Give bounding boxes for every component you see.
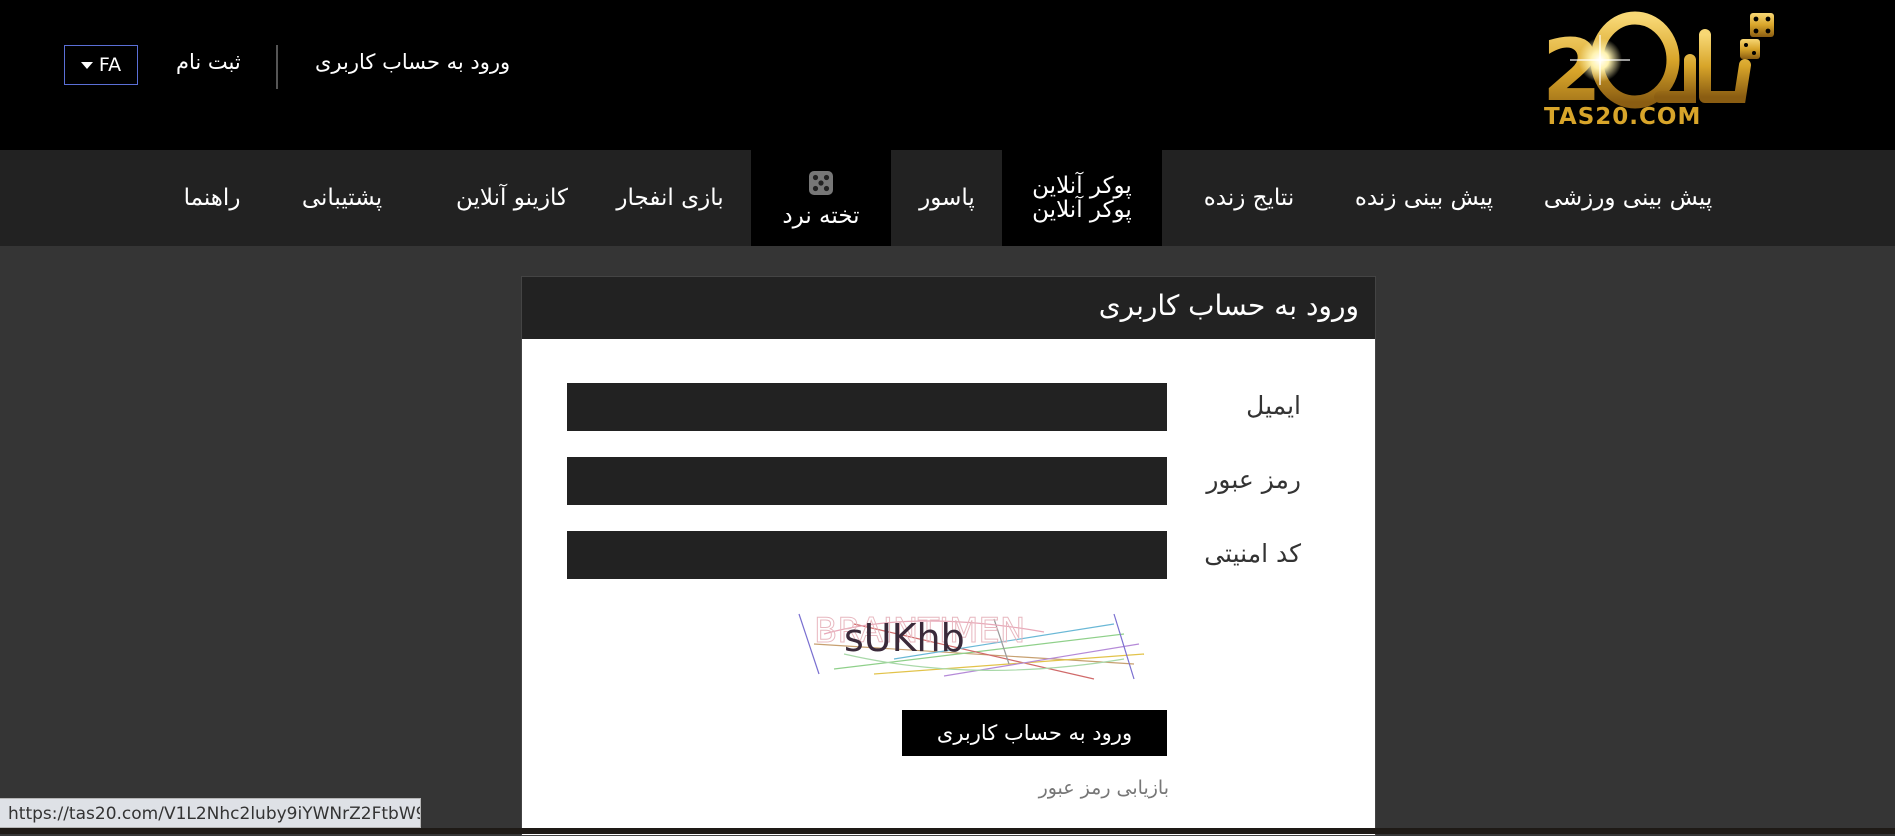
forgot-password-link[interactable]: بازیابی رمز عبور (1039, 777, 1169, 799)
nav-help[interactable]: راهنما (172, 150, 252, 246)
nav-label: پیش بینی ورزشی (1543, 185, 1713, 211)
nav-live-results[interactable]: نتایج زنده (1178, 150, 1320, 246)
security-code-label: کد امنیتی (1204, 539, 1301, 568)
nav-label: پشتیبانی (301, 185, 383, 211)
nav-label: بازی انفجار (616, 185, 724, 211)
status-bar-url: https://tas20.com/V1L2Nhc2luby9iYWNrZ2Ft… (0, 798, 421, 828)
nav-live-betting[interactable]: پیش بینی زنده (1334, 150, 1514, 246)
nav-label: کازینو آنلاین (455, 185, 569, 211)
main-nav: پیش بینی ورزشی پیش بینی زنده نتایج زنده … (0, 150, 1895, 246)
nav-label: تخته نرد (782, 203, 860, 229)
nav-label-secondary: پوکر آنلاین (1032, 197, 1132, 223)
register-link[interactable]: ثبت نام (176, 50, 241, 74)
login-submit-button[interactable]: ورود به حساب کاربری (902, 710, 1167, 756)
nav-crash-game[interactable]: بازی انفجار (604, 150, 736, 246)
nav-support[interactable]: پشتیبانی (290, 150, 394, 246)
security-code-field[interactable] (567, 531, 1167, 579)
login-card-header: ورود به حساب کاربری (522, 277, 1375, 339)
nav-pasur[interactable]: پاسور (906, 150, 988, 246)
password-field[interactable] (567, 457, 1167, 505)
nav-label: پاسور (919, 185, 975, 211)
login-link[interactable]: ورود به حساب کاربری (315, 50, 510, 74)
nav-backgammon[interactable]: تخته نرد (751, 150, 891, 246)
language-selector[interactable]: FA (64, 45, 138, 85)
logo-domain-text: TAS20.COM (1544, 104, 1702, 130)
bottom-strip (0, 828, 1895, 834)
nav-label: نتایج زنده (1203, 185, 1295, 211)
chevron-down-icon (80, 61, 93, 69)
header-divider (276, 45, 278, 89)
nav-label: راهنما (183, 185, 241, 211)
captcha-image: BRAINTIMEN sUKhb (798, 611, 1145, 680)
nav-online-casino[interactable]: کازینو آنلاین (434, 150, 590, 246)
nav-sports-betting[interactable]: پیش بینی ورزشی (1528, 150, 1728, 246)
password-label: رمز عبور (1206, 465, 1301, 494)
email-label: ایمیل (1246, 391, 1301, 420)
login-title: ورود به حساب کاربری (1098, 289, 1359, 322)
language-label: FA (98, 54, 122, 76)
dice-icon (809, 171, 833, 195)
nav-online-poker[interactable]: پوکر آنلاین پوکر آنلاین (1002, 150, 1162, 246)
captcha-text: sUKhb (844, 616, 965, 660)
email-field[interactable] (567, 383, 1167, 431)
login-card: ورود به حساب کاربری ایمیل رمز عبور کد ام… (521, 276, 1376, 836)
top-header: FA ثبت نام ورود به حساب کاربری 2 TAS20.C… (0, 0, 1895, 150)
nav-label: پیش بینی زنده (1354, 185, 1494, 211)
nav-label: پوکر آنلاین (1032, 173, 1132, 199)
